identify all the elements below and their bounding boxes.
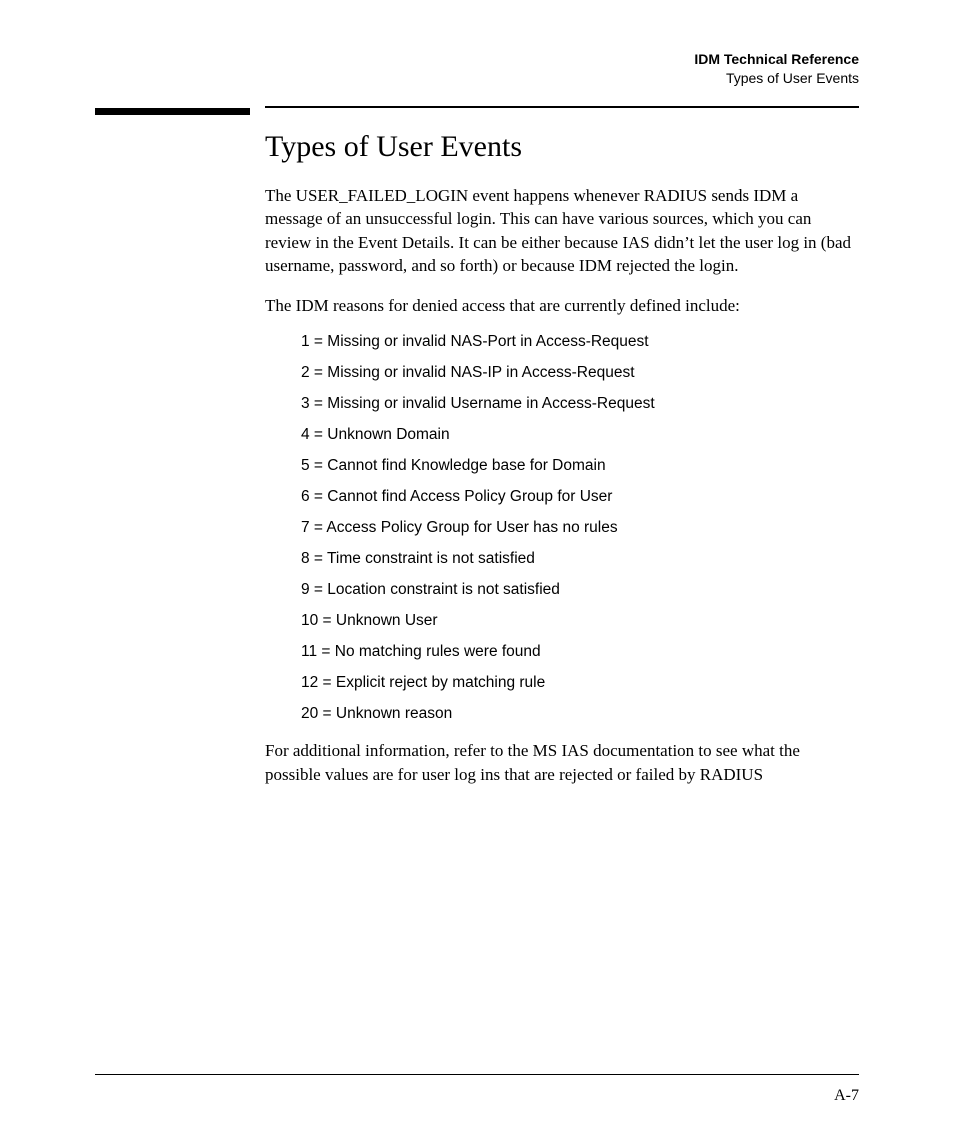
list-item: 12 = Explicit reject by matching rule bbox=[301, 674, 859, 692]
section-label: Types of User Events bbox=[95, 69, 859, 88]
list-item: 20 = Unknown reason bbox=[301, 705, 859, 723]
section-title: Types of User Events bbox=[265, 130, 859, 164]
list-item: 3 = Missing or invalid Username in Acces… bbox=[301, 395, 859, 413]
running-head: IDM Technical Reference Types of User Ev… bbox=[95, 50, 859, 88]
list-item: 2 = Missing or invalid NAS-IP in Access-… bbox=[301, 364, 859, 382]
list-item: 5 = Cannot find Knowledge base for Domai… bbox=[301, 457, 859, 475]
side-rule bbox=[95, 108, 250, 115]
footer-rule bbox=[95, 1074, 859, 1075]
list-item: 9 = Location constraint is not satisfied bbox=[301, 581, 859, 599]
doc-title: IDM Technical Reference bbox=[95, 50, 859, 69]
paragraph-1: The USER_FAILED_LOGIN event happens when… bbox=[265, 184, 859, 278]
list-item: 6 = Cannot find Access Policy Group for … bbox=[301, 488, 859, 506]
paragraph-3: For additional information, refer to the… bbox=[265, 739, 859, 786]
list-item: 1 = Missing or invalid NAS-Port in Acces… bbox=[301, 333, 859, 351]
list-item: 10 = Unknown User bbox=[301, 612, 859, 630]
page-number: A-7 bbox=[834, 1087, 859, 1105]
list-item: 8 = Time constraint is not satisfied bbox=[301, 550, 859, 568]
list-item: 4 = Unknown Domain bbox=[301, 426, 859, 444]
list-item: 11 = No matching rules were found bbox=[301, 643, 859, 661]
paragraph-2: The IDM reasons for denied access that a… bbox=[265, 294, 859, 317]
content: Types of User Events The USER_FAILED_LOG… bbox=[265, 106, 859, 786]
reason-list: 1 = Missing or invalid NAS-Port in Acces… bbox=[301, 333, 859, 723]
list-item: 7 = Access Policy Group for User has no … bbox=[301, 519, 859, 537]
page: IDM Technical Reference Types of User Ev… bbox=[0, 0, 954, 1145]
